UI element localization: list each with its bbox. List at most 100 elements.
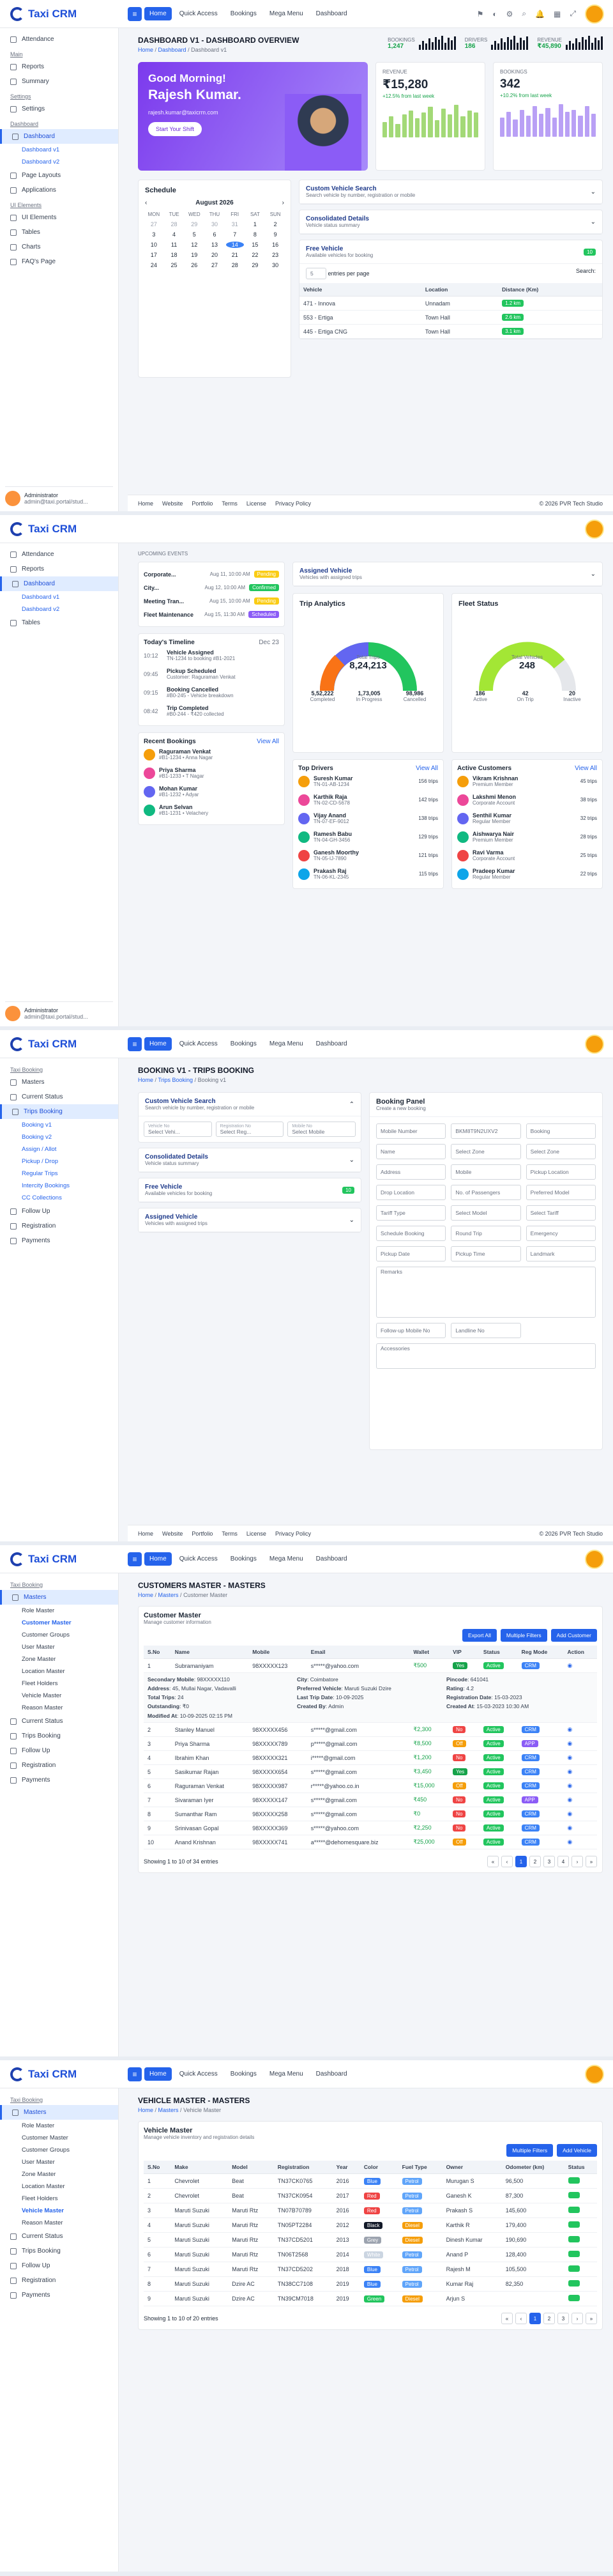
sidebar-sub-reason-master[interactable]: Reason Master bbox=[0, 1702, 118, 1714]
table-row[interactable]: 8 Sumanthar Ram 98XXXXX258 s*****@gmail.com… bbox=[144, 1807, 597, 1821]
page-button[interactable]: › bbox=[571, 1856, 583, 1867]
page-button[interactable]: 2 bbox=[529, 1856, 541, 1867]
form-field[interactable]: Select Model bbox=[451, 1205, 521, 1221]
table-row[interactable]: 9 Maruti Suzuki Dzire AC TN39CM7018 2019 Gree… bbox=[144, 2291, 597, 2306]
form-field[interactable]: Pickup Time bbox=[451, 1246, 521, 1261]
table-row[interactable]: 3 Maruti Suzuki Maruti Rtz TN07B70789 2016 Re… bbox=[144, 2203, 597, 2218]
nav-mega-menu[interactable]: Mega Menu bbox=[264, 1552, 308, 1566]
nav-bookings[interactable]: Bookings bbox=[225, 1037, 262, 1051]
sidebar-sub-vehicle-master[interactable]: Vehicle Master bbox=[0, 1690, 118, 1702]
assigned-vehicle[interactable]: Assigned Vehicle Vehicles with assigned t… bbox=[292, 562, 603, 587]
calendar-day[interactable]: 11 bbox=[165, 242, 183, 248]
list-item[interactable]: Karthik Raja TN-02-CD-5678 142 trips bbox=[298, 791, 438, 809]
view-icon[interactable]: ◉ bbox=[567, 1726, 572, 1732]
sidebar-item-trips-booking[interactable]: Trips Booking bbox=[0, 1104, 118, 1119]
form-field[interactable]: Schedule Booking bbox=[376, 1226, 446, 1241]
column-header[interactable]: Owner bbox=[442, 2161, 502, 2174]
sidebar-item-ui-elements[interactable]: UI Elements bbox=[0, 210, 118, 225]
sidebar-item[interactable]: Registration bbox=[0, 1758, 118, 1773]
sidebar-item-settings[interactable]: Settings bbox=[0, 102, 118, 116]
column-header[interactable]: Color bbox=[359, 2161, 398, 2174]
sidebar-item-current-status[interactable]: Current Status bbox=[0, 1090, 118, 1104]
view-icon[interactable]: ◉ bbox=[567, 1768, 572, 1775]
nav-bookings[interactable]: Bookings bbox=[225, 1552, 262, 1566]
calendar-day[interactable]: 3 bbox=[145, 231, 163, 238]
calendar-day[interactable]: 21 bbox=[226, 252, 244, 258]
page-button[interactable]: « bbox=[487, 1856, 499, 1867]
list-item[interactable]: Raguraman Venkat #B1-1234 • Anna Nagar bbox=[144, 745, 279, 764]
calendar-day[interactable]: 28 bbox=[226, 262, 244, 268]
sidebar-user[interactable]: Administrator admin@taxi.portal/stud... bbox=[5, 1001, 113, 1021]
sidebar-sub-dashboard-v1[interactable]: Dashboard v1 bbox=[0, 591, 118, 603]
page-button[interactable]: ‹ bbox=[515, 2313, 527, 2324]
calendar-day[interactable]: 9 bbox=[266, 231, 284, 238]
list-item[interactable]: Priya Sharma #B1-1233 • T Nagar bbox=[144, 764, 279, 782]
table-row[interactable]: 445 - Ertiga CNG Town Hall 3.1 km bbox=[299, 324, 602, 339]
page-button[interactable]: 2 bbox=[543, 2313, 555, 2324]
bell-icon[interactable]: 🔔 bbox=[535, 10, 545, 19]
view-icon[interactable]: ◉ bbox=[567, 1662, 572, 1669]
sidebar-sub-customer-master[interactable]: Customer Master bbox=[0, 2132, 118, 2144]
sidebar-item-intercity-bookings[interactable]: Intercity Bookings bbox=[0, 1180, 118, 1192]
search-icon[interactable]: ⌕ bbox=[522, 9, 526, 19]
menu-toggle-icon[interactable]: ≡ bbox=[128, 2067, 142, 2081]
form-field[interactable]: Select Zone bbox=[526, 1144, 596, 1159]
sidebar-sub-role-master[interactable]: Role Master bbox=[0, 1605, 118, 1617]
form-field[interactable]: Drop Location bbox=[376, 1185, 446, 1200]
list-item[interactable]: Lakshmi Menon Corporate Account 38 trips bbox=[457, 791, 597, 809]
sidebar-item[interactable]: Current Status bbox=[0, 1714, 118, 1729]
add-customer-button[interactable]: Add Customer bbox=[550, 1629, 597, 1642]
calendar-day[interactable]: 27 bbox=[206, 262, 223, 268]
custom-vehicle-search[interactable]: Custom Vehicle Search Search vehicle by n… bbox=[299, 180, 603, 204]
registration-select[interactable]: Registration No Select Reg... bbox=[215, 1122, 284, 1137]
sidebar-item[interactable]: Current Status bbox=[0, 2229, 118, 2244]
sidebar-item-registration[interactable]: Registration bbox=[0, 1219, 118, 1233]
next-month-icon[interactable]: › bbox=[282, 199, 284, 206]
calendar-day[interactable]: 6 bbox=[206, 231, 223, 238]
page-button[interactable]: ‹ bbox=[501, 1856, 513, 1867]
sidebar-item-regular-trips[interactable]: Regular Trips bbox=[0, 1168, 118, 1180]
table-row[interactable]: 3 Priya Sharma 98XXXXX789 p*****@gmail.com ₹… bbox=[144, 1736, 597, 1751]
list-item[interactable]: Vikram Krishnan Premium Member 45 trips bbox=[457, 772, 597, 791]
footer-link[interactable]: Home bbox=[138, 500, 153, 507]
column-header[interactable]: Email bbox=[306, 1646, 410, 1659]
sidebar-sub-dashboard-v2[interactable]: Dashboard v2 bbox=[0, 156, 118, 168]
column-header[interactable]: Wallet bbox=[409, 1646, 450, 1659]
list-item[interactable]: Ravi Varma Corporate Account 25 trips bbox=[457, 846, 597, 865]
sidebar-item[interactable]: Trips Booking bbox=[0, 2244, 118, 2258]
sidebar-item-dashboard[interactable]: Dashboard bbox=[0, 129, 118, 144]
free-vehicle[interactable]: Free Vehicle Available vehicles for booki… bbox=[138, 1178, 361, 1203]
chevron-down-icon[interactable]: ⌄ bbox=[349, 1217, 354, 1224]
list-item[interactable]: Suresh Kumar TN-01-AB-1234 156 trips bbox=[298, 772, 438, 791]
nav-mega-menu[interactable]: Mega Menu bbox=[264, 7, 308, 20]
nav-home[interactable]: Home bbox=[144, 2067, 172, 2081]
sidebar-sub-zone-master[interactable]: Zone Master bbox=[0, 2168, 118, 2180]
calendar-day[interactable]: 27 bbox=[145, 221, 163, 228]
sidebar-sub-fleet-holders[interactable]: Fleet Holders bbox=[0, 1677, 118, 1690]
form-field[interactable]: Address bbox=[376, 1164, 446, 1180]
user-avatar[interactable] bbox=[585, 4, 604, 24]
calendar-day[interactable]: 17 bbox=[145, 252, 163, 258]
event-item[interactable]: City... Aug 12, 10:00 AM Confirmed bbox=[144, 581, 279, 594]
footer-link[interactable]: Portfolio bbox=[192, 1531, 213, 1537]
app-logo[interactable]: Taxi CRM bbox=[0, 1552, 128, 1566]
sidebar-item-pickup-drop[interactable]: Pickup / Drop bbox=[0, 1155, 118, 1168]
calendar-day[interactable]: 12 bbox=[185, 242, 203, 248]
nav-home[interactable]: Home bbox=[144, 7, 172, 20]
sidebar-item-attendance[interactable]: Attendance bbox=[0, 547, 118, 562]
table-row[interactable]: 5 Sasikumar Rajan 98XXXXX654 s*****@gmail.c… bbox=[144, 1764, 597, 1779]
column-header[interactable]: S.No bbox=[144, 1646, 171, 1659]
table-row[interactable]: 10 Anand Krishnan 98XXXXX741 a*****@dehomes… bbox=[144, 1835, 597, 1849]
add-vehicle-button[interactable]: Add Vehicle bbox=[557, 2144, 597, 2157]
sidebar-sub-customer-groups[interactable]: Customer Groups bbox=[0, 1629, 118, 1641]
sidebar-sub-location-master[interactable]: Location Master bbox=[0, 1665, 118, 1677]
form-field[interactable]: Pickup Date bbox=[376, 1246, 446, 1261]
table-row[interactable]: 2 Chevrolet Beat TN37CK0954 2017 Red Petrol Gan… bbox=[144, 2188, 597, 2203]
calendar-day[interactable]: 15 bbox=[246, 242, 264, 248]
column-header[interactable]: Mobile bbox=[248, 1646, 307, 1659]
sidebar-item-booking-v2[interactable]: Booking v2 bbox=[0, 1131, 118, 1143]
user-avatar[interactable] bbox=[585, 519, 604, 539]
list-item[interactable]: Aishwarya Nair Premium Member 28 trips bbox=[457, 828, 597, 846]
view-icon[interactable]: ◉ bbox=[567, 1782, 572, 1789]
sidebar-item-masters[interactable]: Masters bbox=[0, 1075, 118, 1090]
